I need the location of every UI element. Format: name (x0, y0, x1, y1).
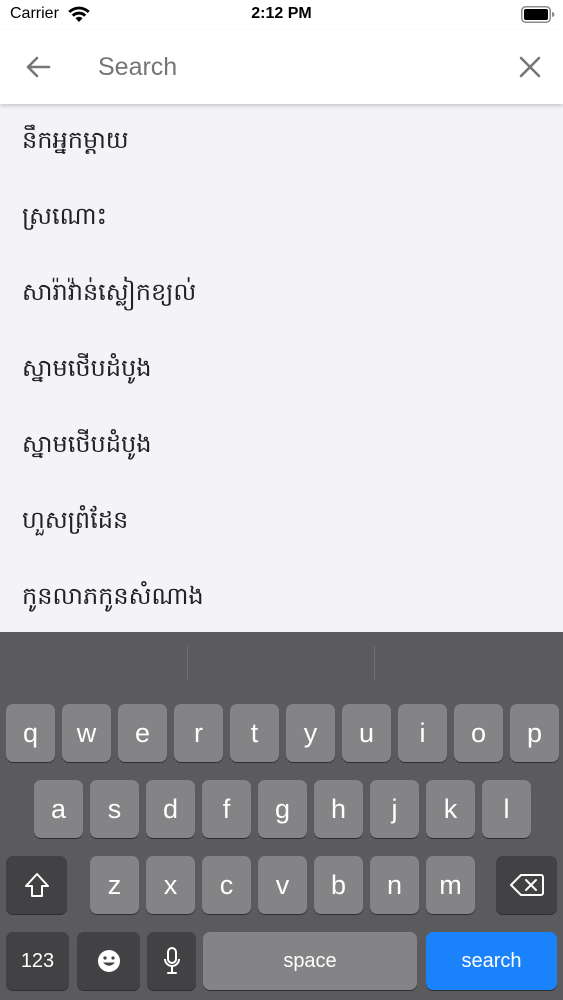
dictation-key[interactable] (147, 932, 196, 990)
predictive-text-bar (0, 632, 563, 694)
list-item[interactable]: កូនលាភកូនសំណាង (0, 560, 563, 632)
key-k[interactable]: k (426, 780, 475, 838)
arrow-left-icon (26, 56, 51, 78)
key-t[interactable]: t (230, 704, 279, 762)
shift-icon (24, 873, 49, 897)
numbers-key[interactable]: 123 (6, 932, 69, 990)
key-s[interactable]: s (90, 780, 139, 838)
list-item[interactable]: នឹកអ្នកម្ដាយ (0, 104, 563, 180)
key-a[interactable]: a (34, 780, 83, 838)
shift-key[interactable] (6, 856, 67, 914)
list-item[interactable]: ស្នាមថើបដំបូង (0, 408, 563, 484)
status-bar: Carrier 2:12 PM (0, 0, 563, 30)
keyboard: q w e r t y u i o p a s d f g h j k l z … (0, 632, 563, 1000)
space-key[interactable]: space (203, 932, 417, 990)
key-u[interactable]: u (342, 704, 391, 762)
key-o[interactable]: o (454, 704, 503, 762)
delete-key[interactable] (496, 856, 557, 914)
search-key[interactable]: search (426, 932, 557, 990)
battery-icon (521, 6, 555, 23)
predict-divider (187, 646, 188, 680)
clear-button[interactable] (512, 50, 548, 84)
status-time: 2:12 PM (251, 5, 312, 22)
key-r[interactable]: r (174, 704, 223, 762)
key-i[interactable]: i (398, 704, 447, 762)
search-results-list: នឹកអ្នកម្ដាយ ស្រណោះ សារ៉ាវ៉ាន់ស្លៀកខ្យល់… (0, 104, 563, 632)
emoji-key[interactable] (77, 932, 140, 990)
key-d[interactable]: d (146, 780, 195, 838)
predict-divider (374, 646, 375, 680)
key-n[interactable]: n (370, 856, 419, 914)
back-button[interactable] (20, 50, 56, 84)
close-icon (519, 56, 541, 78)
key-l[interactable]: l (482, 780, 531, 838)
list-item[interactable]: ស្នាមថើបដំបូង (0, 332, 563, 408)
search-input[interactable] (98, 48, 488, 86)
list-item[interactable]: សារ៉ាវ៉ាន់ស្លៀកខ្យល់ (0, 256, 563, 332)
key-c[interactable]: c (202, 856, 251, 914)
list-item[interactable]: ស្រណោះ (0, 180, 563, 256)
key-x[interactable]: x (146, 856, 195, 914)
key-v[interactable]: v (258, 856, 307, 914)
key-p[interactable]: p (510, 704, 559, 762)
backspace-icon (509, 874, 544, 896)
key-e[interactable]: e (118, 704, 167, 762)
key-w[interactable]: w (62, 704, 111, 762)
key-g[interactable]: g (258, 780, 307, 838)
microphone-icon (163, 947, 180, 974)
key-h[interactable]: h (314, 780, 363, 838)
emoji-icon (97, 950, 120, 972)
key-q[interactable]: q (6, 704, 55, 762)
key-b[interactable]: b (314, 856, 363, 914)
key-m[interactable]: m (426, 856, 475, 914)
key-j[interactable]: j (370, 780, 419, 838)
key-y[interactable]: y (286, 704, 335, 762)
key-f[interactable]: f (202, 780, 251, 838)
list-item[interactable]: ហួសព្រំដែន (0, 484, 563, 560)
key-z[interactable]: z (90, 856, 139, 914)
search-bar (0, 30, 563, 104)
